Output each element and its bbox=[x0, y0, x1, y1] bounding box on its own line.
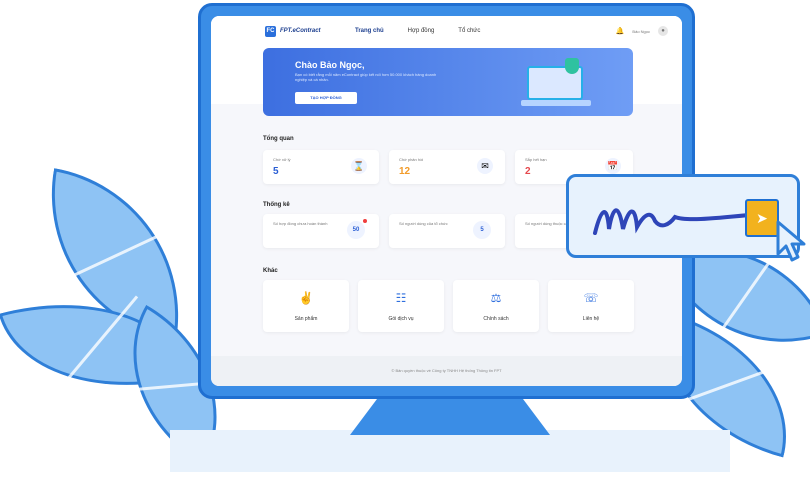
card-value: 12 bbox=[399, 166, 411, 177]
signature-stroke-icon bbox=[593, 208, 751, 235]
avatar-icon[interactable]: ● bbox=[658, 26, 668, 36]
other-item-label: Gói dịch vụ bbox=[388, 316, 414, 322]
contact-icon: ☏ bbox=[583, 291, 599, 305]
overview-title: Tổng quan bbox=[263, 136, 294, 142]
welcome-banner: Chào Bảo Ngọc, Bạn có biết rằng mỗi năm … bbox=[263, 48, 633, 116]
card-label: Sắp hết hạn bbox=[525, 157, 547, 162]
stat-value: 50 bbox=[347, 221, 365, 239]
policy-icon: ⚖ bbox=[490, 291, 502, 305]
hourglass-icon: ⌛ bbox=[351, 158, 367, 174]
card-label: Số hợp đồng chưa hoàn thành bbox=[273, 221, 328, 226]
card-label: Chờ xử lý bbox=[273, 157, 291, 162]
notification-dot bbox=[363, 219, 367, 223]
app-logo[interactable]: FC FPT.eContract bbox=[265, 25, 345, 37]
nav-item-organization[interactable]: Tổ chức bbox=[458, 28, 480, 34]
shield-icon bbox=[565, 58, 579, 74]
copyright-text: © Bản quyền thuộc về Công ty TNHH Hệ thố… bbox=[391, 368, 502, 373]
card-label: Số người dùng của tổ chức bbox=[399, 221, 448, 226]
top-nav: FC FPT.eContract Trang chủ Hợp đồng Tổ c… bbox=[211, 16, 682, 46]
monitor-stand bbox=[350, 395, 550, 435]
e-signature-card: ➤ bbox=[566, 174, 800, 258]
card-value: 5 bbox=[273, 166, 279, 177]
other-title: Khác bbox=[263, 268, 278, 274]
calendar-icon: 📅 bbox=[605, 158, 621, 174]
other-item-service-packages[interactable]: ☷ Gói dịch vụ bbox=[358, 280, 444, 332]
create-contract-button[interactable]: TẠO HỢP ĐỒNG bbox=[295, 92, 357, 104]
logo-mark: FC bbox=[265, 25, 276, 37]
page-footer: © Bản quyền thuộc về Công ty TNHH Hệ thố… bbox=[211, 356, 682, 386]
banner-title: Chào Bảo Ngọc, bbox=[295, 60, 365, 70]
monitor-base bbox=[170, 430, 730, 472]
nav-user-area: 🔔 Bảo Ngọc ● bbox=[616, 26, 668, 36]
bell-icon[interactable]: 🔔 bbox=[616, 27, 625, 35]
banner-description: Bạn có biết rằng mỗi năm eContract giúp … bbox=[295, 72, 437, 82]
stats-card-incomplete-contracts[interactable]: Số hợp đồng chưa hoàn thành 50 bbox=[263, 214, 379, 248]
main-menu: Trang chủ Hợp đồng Tổ chức bbox=[355, 28, 480, 34]
other-item-contact[interactable]: ☏ Liên hệ bbox=[548, 280, 634, 332]
stats-card-org-users[interactable]: Số người dùng của tổ chức 5 bbox=[389, 214, 505, 248]
other-item-label: Chính sách bbox=[483, 316, 509, 322]
laptop-illustration-icon bbox=[517, 56, 597, 112]
nav-item-home[interactable]: Trang chủ bbox=[355, 28, 384, 34]
other-item-products[interactable]: ✌ Sản phẩm bbox=[263, 280, 349, 332]
overview-card-awaiting-response[interactable]: Chờ phản hồi 12 ✉ bbox=[389, 150, 505, 184]
mouse-cursor-icon bbox=[776, 220, 806, 262]
user-name[interactable]: Bảo Ngọc bbox=[632, 29, 650, 34]
laptop-keyboard-shape bbox=[521, 100, 591, 106]
other-item-label: Liên hệ bbox=[582, 316, 600, 322]
overview-card-pending[interactable]: Chờ xử lý 5 ⌛ bbox=[263, 150, 379, 184]
stat-value: 5 bbox=[473, 221, 491, 239]
nav-item-contracts[interactable]: Hợp đồng bbox=[408, 28, 435, 34]
card-value: 2 bbox=[525, 166, 531, 177]
illustration-stage: FC FPT.eContract Trang chủ Hợp đồng Tổ c… bbox=[0, 0, 810, 490]
service-package-icon: ☷ bbox=[395, 291, 407, 305]
product-icon: ✌ bbox=[298, 291, 314, 305]
mail-icon: ✉ bbox=[477, 158, 493, 174]
stats-title: Thống kê bbox=[263, 202, 290, 208]
other-item-policy[interactable]: ⚖ Chính sách bbox=[453, 280, 539, 332]
card-label: Chờ phản hồi bbox=[399, 157, 424, 162]
other-item-label: Sản phẩm bbox=[294, 316, 318, 322]
logo-text: FPT.eContract bbox=[280, 28, 321, 34]
